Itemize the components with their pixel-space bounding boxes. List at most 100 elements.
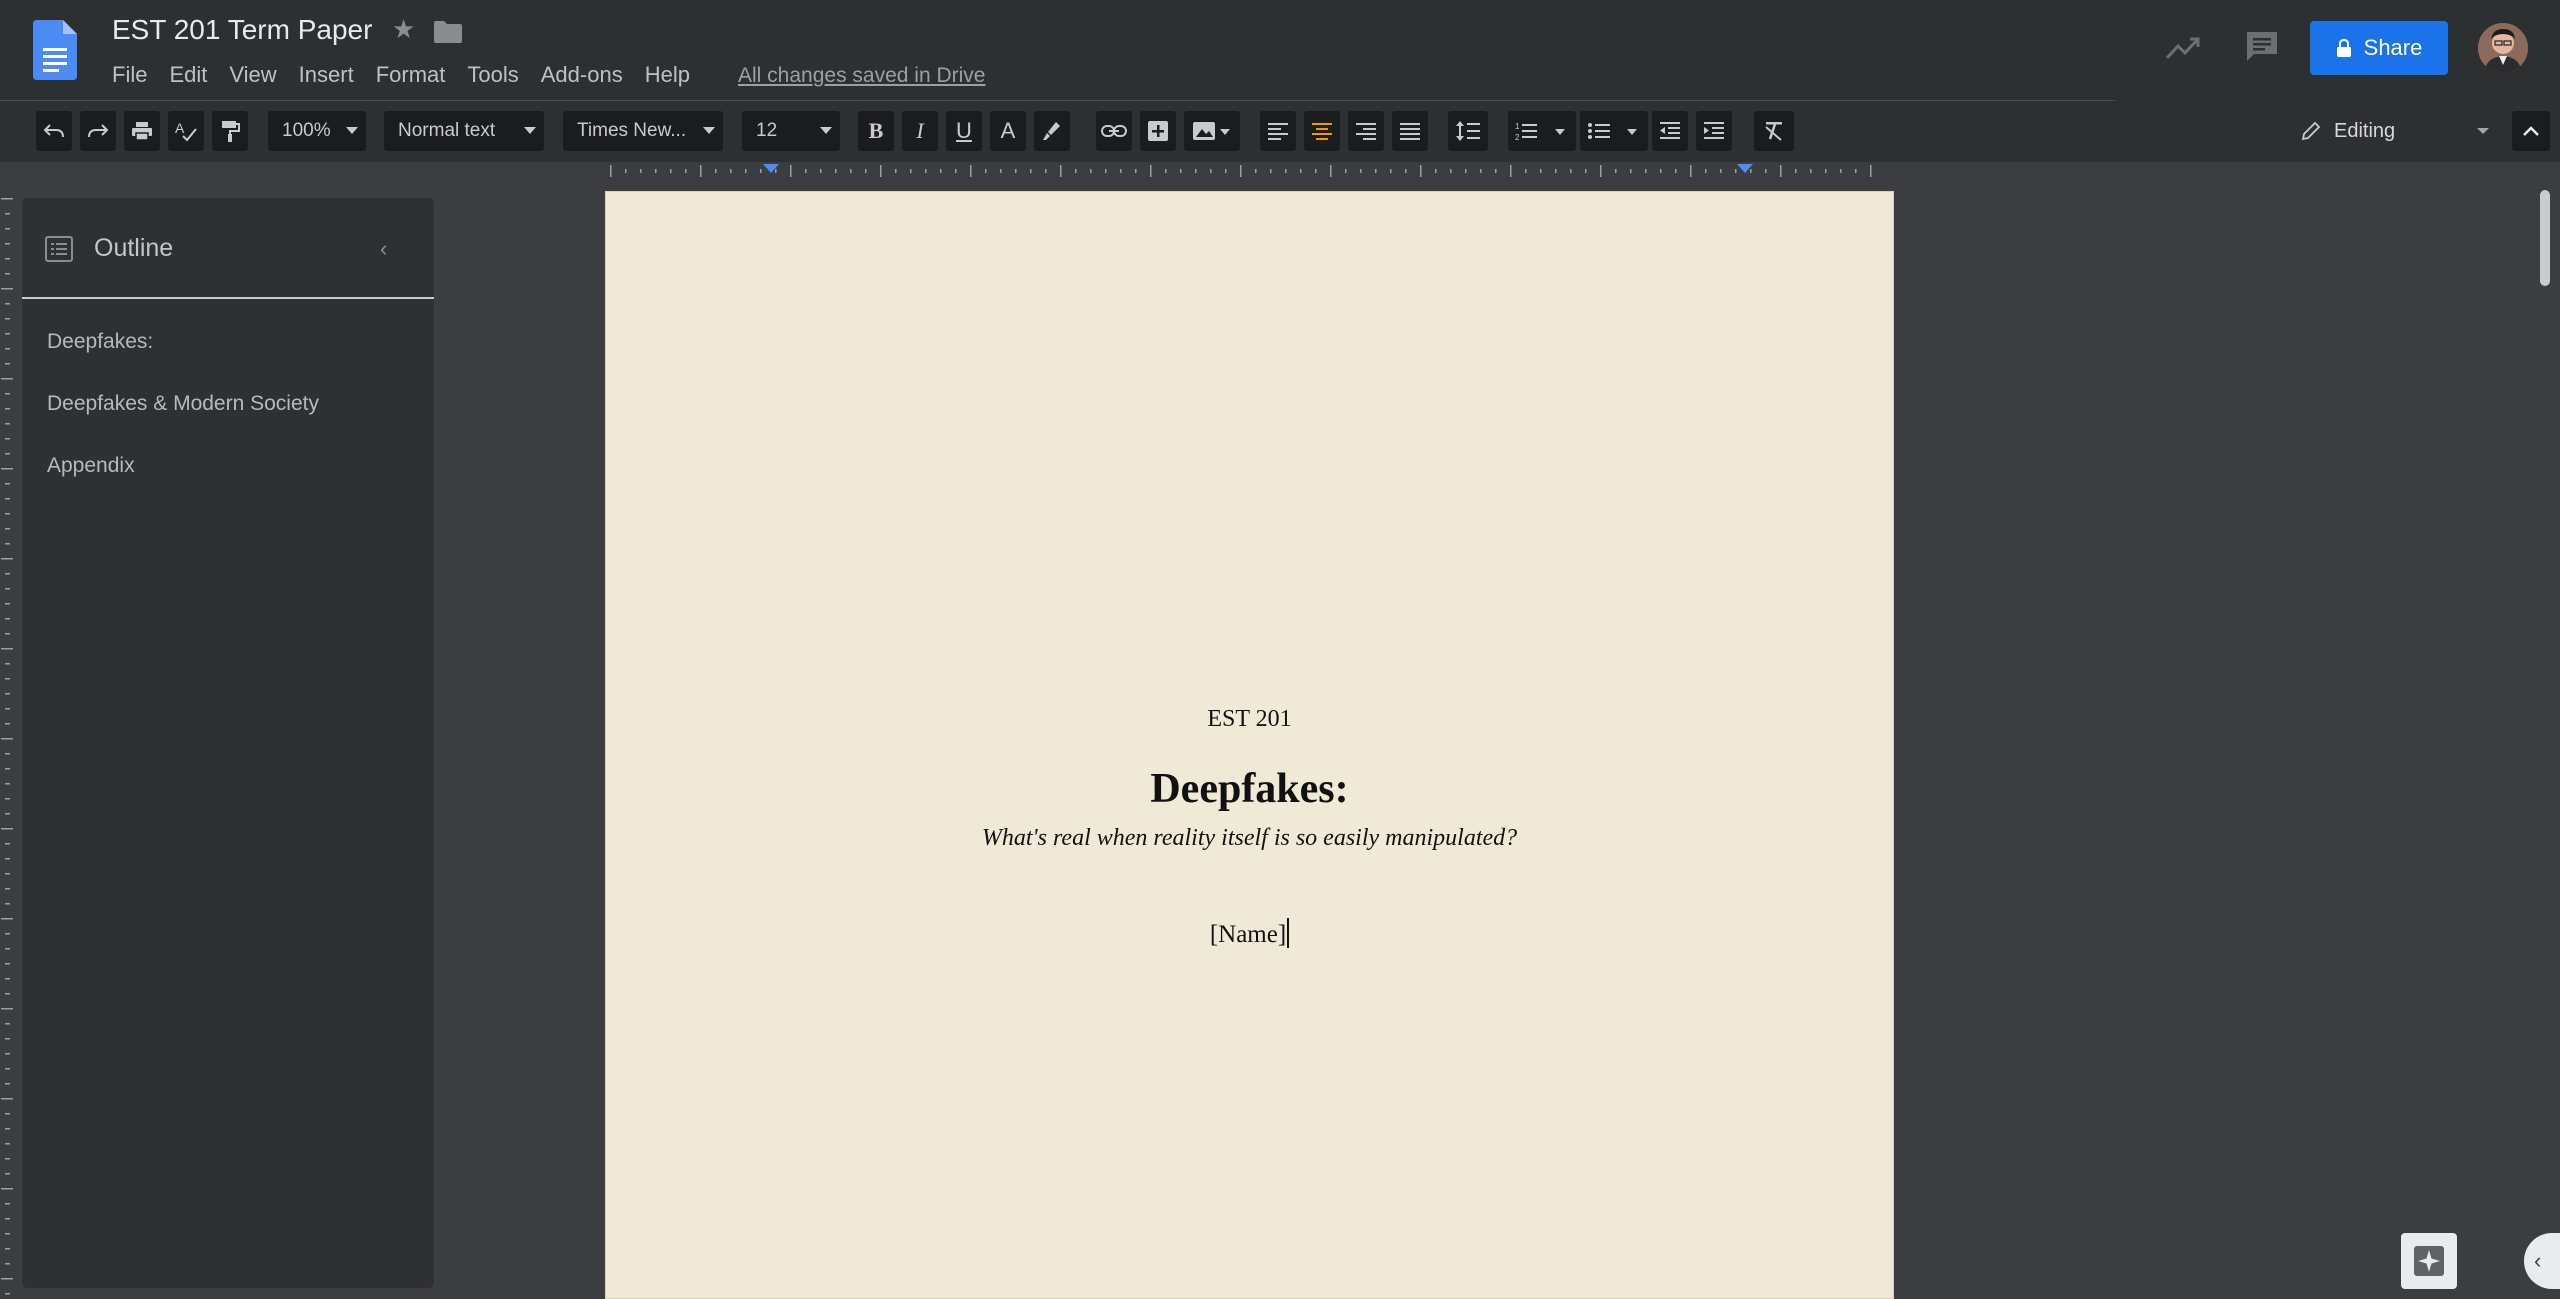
svg-text:2: 2 <box>1515 133 1520 142</box>
ruler-tick <box>1270 169 1272 173</box>
menu-insert[interactable]: Insert <box>288 62 365 88</box>
ruler-tick <box>1510 165 1512 177</box>
ruler-tick <box>5 213 10 215</box>
outline-list-icon[interactable] <box>44 234 74 264</box>
ruler-tick <box>1705 169 1707 173</box>
ruler-tick <box>805 169 807 173</box>
indent-marker-left[interactable] <box>763 164 779 173</box>
horizontal-ruler[interactable] <box>605 164 1890 178</box>
ruler-tick <box>5 1143 10 1145</box>
underline-button[interactable]: U <box>946 111 982 151</box>
redo-button[interactable] <box>80 111 116 151</box>
paragraph-style-select[interactable]: Normal text <box>384 111 544 151</box>
align-center-button[interactable] <box>1304 111 1340 151</box>
ruler-tick <box>5 723 10 725</box>
course-line[interactable]: EST 201 <box>606 706 1893 733</box>
clear-formatting-button[interactable] <box>1754 111 1794 151</box>
decrease-indent-button[interactable] <box>1652 111 1688 151</box>
ruler-tick <box>670 169 672 173</box>
insert-link-button[interactable] <box>1096 111 1132 151</box>
font-size-select[interactable]: 12 <box>742 111 840 151</box>
outline-item-modern-society[interactable]: Deepfakes & Modern Society <box>47 392 319 416</box>
highlight-color-button[interactable] <box>1034 111 1070 151</box>
ruler-tick <box>1045 169 1047 173</box>
ruler-tick <box>5 1218 10 1220</box>
menu-file[interactable]: File <box>101 62 158 88</box>
align-left-icon <box>1268 123 1288 140</box>
vertical-scrollbar[interactable] <box>2540 190 2550 286</box>
bulleted-list-button[interactable] <box>1580 111 1648 151</box>
ruler-tick <box>5 1158 10 1160</box>
document-page[interactable]: EST 201 Deepfakes: What's real when real… <box>605 191 1894 1299</box>
close-outline-icon[interactable]: ‹ <box>380 236 387 262</box>
italic-button[interactable]: I <box>902 111 938 151</box>
document-heading[interactable]: Deepfakes: <box>606 765 1893 813</box>
menu-tools[interactable]: Tools <box>456 62 529 88</box>
ruler-tick <box>1 288 13 290</box>
share-button[interactable]: Share <box>2310 21 2448 75</box>
author-name-text: [Name] <box>1209 921 1287 948</box>
ruler-tick <box>5 888 10 890</box>
ruler-tick <box>1180 169 1182 173</box>
font-family-select[interactable]: Times New... <box>563 111 723 151</box>
svg-text:A: A <box>175 120 185 136</box>
vertical-ruler[interactable] <box>0 190 14 1299</box>
undo-button[interactable] <box>36 111 72 151</box>
comment-icon[interactable] <box>2244 30 2280 64</box>
align-right-button[interactable] <box>1348 111 1384 151</box>
docs-logo-icon[interactable] <box>33 20 77 80</box>
ruler-tick <box>1135 169 1137 173</box>
menu-addons[interactable]: Add-ons <box>530 62 634 88</box>
ruler-tick <box>1120 169 1122 173</box>
ruler-tick <box>1810 169 1812 173</box>
author-name-line[interactable]: [Name] <box>606 918 1893 949</box>
ruler-tick <box>5 903 10 905</box>
increase-indent-icon <box>1704 122 1724 139</box>
ruler-tick <box>1150 165 1152 177</box>
zoom-select[interactable]: 100% <box>268 111 366 151</box>
folder-icon[interactable] <box>434 20 462 44</box>
outline-item-appendix[interactable]: Appendix <box>47 454 135 478</box>
ruler-tick <box>5 768 10 770</box>
menu-help[interactable]: Help <box>634 62 701 88</box>
ruler-tick <box>5 498 10 500</box>
outline-item-deepfakes[interactable]: Deepfakes: <box>47 330 153 354</box>
explore-button[interactable] <box>2401 1233 2457 1289</box>
editing-mode-select[interactable]: Editing <box>2300 111 2490 151</box>
insert-image-button[interactable] <box>1184 111 1240 151</box>
bold-button[interactable]: B <box>858 111 894 151</box>
outline-title: Outline <box>94 234 174 262</box>
ruler-tick <box>745 169 747 173</box>
document-title[interactable]: EST 201 Term Paper <box>112 14 372 46</box>
menu-edit[interactable]: Edit <box>158 62 218 88</box>
ruler-tick <box>835 169 837 173</box>
text-color-button[interactable]: A <box>990 111 1026 151</box>
print-button[interactable] <box>124 111 160 151</box>
user-avatar[interactable] <box>2478 23 2528 73</box>
paint-format-button[interactable] <box>212 111 248 151</box>
numbered-list-button[interactable]: 12 <box>1508 111 1576 151</box>
menu-view[interactable]: View <box>218 62 287 88</box>
ruler-tick <box>1300 169 1302 173</box>
ruler-tick <box>1840 169 1842 173</box>
hide-menus-button[interactable] <box>2512 111 2550 151</box>
insert-comment-button[interactable] <box>1140 111 1176 151</box>
ruler-tick <box>5 948 10 950</box>
ruler-tick <box>5 693 10 695</box>
line-spacing-button[interactable] <box>1448 111 1488 151</box>
side-panel-expand-button[interactable]: ‹ <box>2524 1233 2560 1289</box>
activity-trend-icon[interactable] <box>2165 34 2201 62</box>
ruler-tick <box>850 169 852 173</box>
justify-button[interactable] <box>1392 111 1428 151</box>
document-subtitle[interactable]: What's real when reality itself is so ea… <box>606 825 1893 852</box>
increase-indent-button[interactable] <box>1696 111 1732 151</box>
ruler-tick <box>5 978 10 980</box>
ruler-tick <box>5 1023 10 1025</box>
save-status-link[interactable]: All changes saved in Drive <box>738 64 985 88</box>
spellcheck-button[interactable]: A <box>168 111 204 151</box>
ruler-tick <box>5 813 10 815</box>
menu-format[interactable]: Format <box>365 62 457 88</box>
star-icon[interactable]: ★ <box>392 14 415 45</box>
align-left-button[interactable] <box>1260 111 1296 151</box>
ruler-tick <box>1570 169 1572 173</box>
